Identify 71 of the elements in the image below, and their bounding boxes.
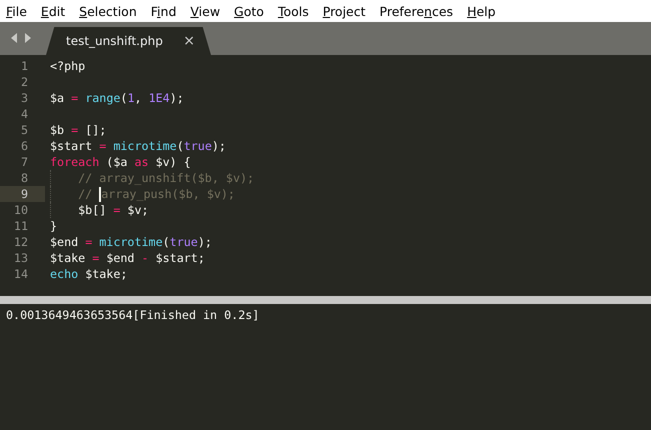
line-number: 3	[20, 90, 29, 106]
file-tab[interactable]: test_unshift.php ×	[46, 27, 211, 55]
code-text: [];	[84, 123, 106, 137]
code-text: ,	[134, 91, 143, 105]
operator: =	[99, 139, 106, 153]
line-number: 5	[20, 122, 29, 138]
line-number: 10	[12, 202, 29, 218]
comment: array_push($b, $v);	[101, 187, 235, 201]
code-text: $v) {	[154, 155, 191, 169]
menu-item[interactable]: Preferences	[380, 4, 454, 18]
menu-item[interactable]: File	[6, 4, 27, 18]
variable: $b	[50, 123, 66, 137]
code-text: }	[50, 219, 58, 233]
line-number: 2	[20, 74, 29, 90]
line-number: 12	[12, 234, 29, 250]
variable: $take	[50, 251, 86, 265]
operator: =	[85, 235, 92, 249]
menu-item[interactable]: Tools	[278, 4, 309, 18]
line-number: 1	[20, 58, 29, 74]
function-name: microtime	[98, 235, 163, 249]
menu-item[interactable]: Selection	[79, 4, 137, 18]
keyword: foreach	[50, 155, 100, 169]
menu-item[interactable]: Goto	[234, 4, 264, 18]
code-text: $end	[105, 251, 136, 265]
literal: true	[170, 235, 198, 249]
comment: //	[78, 187, 94, 201]
code-text: );	[170, 91, 184, 105]
menu-item[interactable]: View	[190, 4, 220, 18]
menu-item[interactable]: Help	[467, 4, 496, 18]
function-name: microtime	[112, 139, 177, 153]
line-number: 11	[12, 218, 29, 234]
code-text: );	[212, 139, 226, 153]
literal: 1E4	[148, 91, 170, 105]
line-number: 4	[20, 106, 29, 122]
line-number: 14	[12, 266, 29, 282]
menu-item[interactable]: Edit	[40, 4, 66, 18]
line-number: 13	[12, 250, 29, 266]
operator: =	[71, 91, 78, 105]
close-icon[interactable]: ×	[183, 33, 195, 49]
code-text: $take;	[84, 267, 128, 281]
variable: $end	[50, 235, 80, 249]
variable: $a	[50, 91, 66, 105]
operator: -	[142, 251, 149, 265]
code-text: $v;	[126, 203, 149, 217]
comment: // array_unshift($b, $v);	[78, 171, 254, 185]
literal: true	[184, 139, 212, 153]
menu-item[interactable]: Project	[322, 4, 366, 18]
operator: =	[92, 251, 100, 265]
text-cursor	[99, 186, 102, 202]
operator: =	[71, 123, 78, 137]
variable: $start	[50, 139, 94, 153]
code-text: );	[198, 235, 212, 249]
menu-item[interactable]: Find	[150, 4, 176, 18]
code-text: (	[176, 139, 184, 153]
code-text: <?php	[50, 59, 86, 73]
line-number: 6	[20, 138, 29, 154]
tab-label: test_unshift.php	[66, 34, 163, 48]
operator: =	[113, 203, 120, 217]
function-name: echo	[50, 267, 78, 281]
code-text: $start;	[154, 251, 205, 265]
keyword: as	[134, 155, 149, 169]
code-text: (	[120, 91, 128, 105]
literal: 1	[127, 91, 134, 105]
line-number: 7	[20, 154, 29, 170]
console-output: 0.0013649463653564[Finished in 0.2s]	[6, 308, 260, 322]
function-name: range	[84, 91, 120, 105]
variable: $b[]	[78, 203, 108, 217]
code-text: (	[162, 235, 170, 249]
code-text: ($a	[105, 155, 128, 169]
line-number: 8	[20, 170, 29, 186]
tab-arrows-icon[interactable]	[10, 33, 32, 43]
